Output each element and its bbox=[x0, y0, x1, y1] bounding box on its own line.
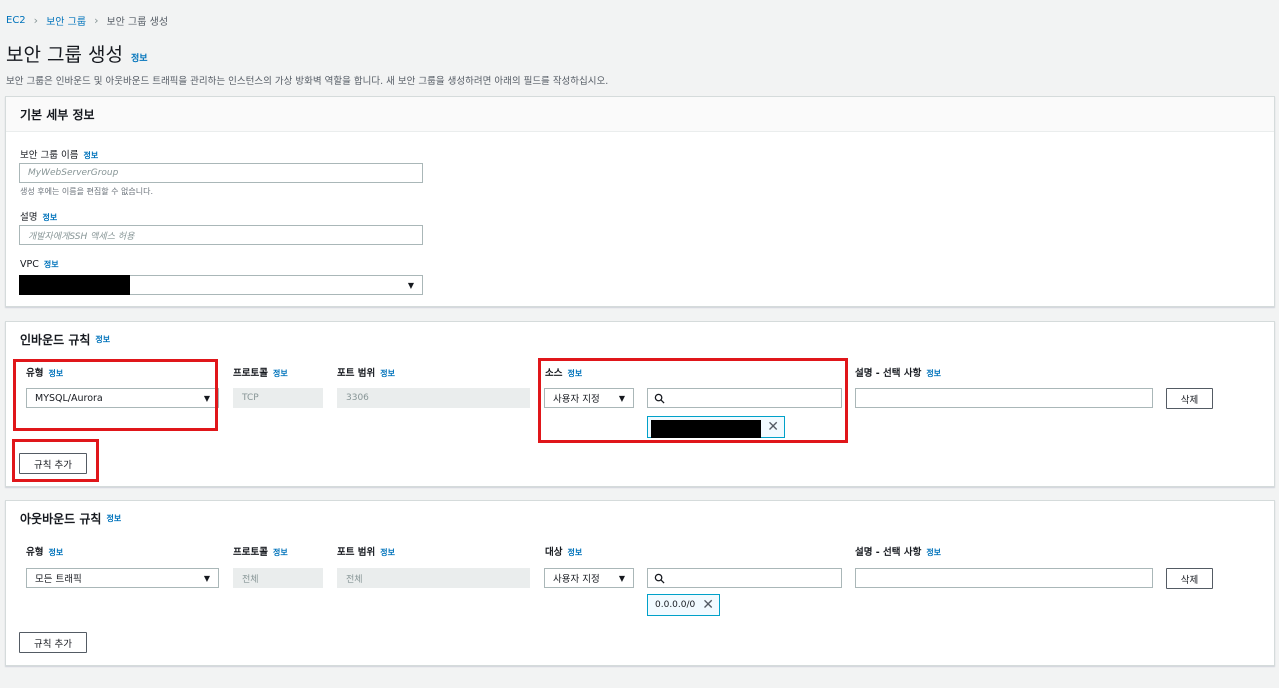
breadcrumb: EC2 › 보안 그룹 › 보안 그룹 생성 bbox=[6, 13, 168, 28]
name-label: 보안 그룹 이름 bbox=[20, 150, 79, 161]
security-group-name-input[interactable]: MyWebServerGroup bbox=[19, 163, 423, 183]
inbound-description-input[interactable] bbox=[855, 388, 1153, 408]
outbound-type-info-link[interactable]: 정보 bbox=[48, 547, 63, 558]
inbound-port-field: 3306 bbox=[337, 388, 530, 408]
outbound-cidr-token: 0.0.0.0/0 ✕ bbox=[647, 594, 720, 616]
breadcrumb-current: 보안 그룹 생성 bbox=[106, 17, 169, 28]
basic-details-panel: 기본 세부 정보 보안 그룹 이름 정보 MyWebServerGroup 생성… bbox=[5, 96, 1275, 307]
basic-details-heading: 기본 세부 정보 bbox=[6, 97, 1274, 132]
outbound-cidr-value: 0.0.0.0/0 bbox=[655, 600, 696, 610]
breadcrumb-security-groups[interactable]: 보안 그룹 bbox=[46, 13, 86, 28]
desc-placeholder: 개발자에게SSH 액세스 허용 bbox=[28, 231, 135, 242]
outbound-protocol-info-link[interactable]: 정보 bbox=[273, 547, 288, 558]
inbound-port-value: 3306 bbox=[346, 393, 369, 403]
vpc-label: VPC bbox=[20, 259, 39, 270]
inbound-col-desc: 설명 - 선택 사항 정보 bbox=[855, 365, 941, 379]
desc-label: 설명 bbox=[20, 212, 38, 223]
page-subtitle: 보안 그룹은 인바운드 및 아웃바운드 트래픽을 관리하는 인스턴스의 가상 방… bbox=[6, 76, 609, 87]
desc-label-row: 설명 정보 bbox=[20, 209, 57, 223]
desc-info-link[interactable]: 정보 bbox=[42, 212, 57, 223]
outbound-type-value: 모든 트래픽 bbox=[35, 574, 82, 585]
name-placeholder: MyWebServerGroup bbox=[28, 168, 119, 178]
highlight-type-column bbox=[13, 359, 218, 431]
outbound-info-link[interactable]: 정보 bbox=[106, 513, 121, 524]
outbound-col-protocol: 프로토콜 정보 bbox=[233, 544, 288, 558]
outbound-dest-search-input[interactable] bbox=[647, 568, 842, 588]
breadcrumb-ec2[interactable]: EC2 bbox=[6, 15, 26, 26]
caret-down-icon: ▼ bbox=[618, 573, 625, 583]
description-input[interactable]: 개발자에게SSH 액세스 허용 bbox=[19, 225, 423, 245]
page-title: 보안 그룹 생성 bbox=[6, 44, 123, 66]
outbound-heading: 아웃바운드 규칙 bbox=[20, 512, 102, 526]
name-label-row: 보안 그룹 이름 정보 bbox=[20, 147, 98, 161]
outbound-col-protocol-label: 프로토콜 bbox=[233, 547, 268, 558]
vpc-redacted-value bbox=[19, 275, 130, 295]
inbound-col-port: 포트 범위 정보 bbox=[337, 365, 395, 379]
outbound-type-select[interactable]: 모든 트래픽 ▼ bbox=[26, 568, 219, 588]
search-icon bbox=[654, 573, 665, 584]
inbound-heading: 인바운드 규칙 bbox=[20, 333, 91, 347]
outbound-description-input[interactable] bbox=[855, 568, 1153, 588]
outbound-port-value: 전체 bbox=[346, 574, 363, 585]
vpc-info-link[interactable]: 정보 bbox=[44, 259, 59, 270]
page: EC2 › 보안 그룹 › 보안 그룹 생성 보안 그룹 생성 정보 보안 그룹… bbox=[0, 0, 1279, 688]
inbound-protocol-value: TCP bbox=[242, 393, 259, 403]
outbound-col-dest-label: 대상 bbox=[545, 547, 563, 558]
inbound-col-protocol-label: 프로토콜 bbox=[233, 368, 268, 379]
vpc-label-row: VPC 정보 bbox=[20, 259, 59, 270]
outbound-col-dest: 대상 정보 bbox=[545, 544, 582, 558]
page-info-link[interactable]: 정보 bbox=[131, 51, 148, 64]
inbound-port-info-link[interactable]: 정보 bbox=[380, 368, 395, 379]
caret-down-icon: ▼ bbox=[407, 280, 414, 290]
outbound-port-info-link[interactable]: 정보 bbox=[380, 547, 395, 558]
inbound-desc-info-link[interactable]: 정보 bbox=[926, 368, 941, 379]
outbound-col-type: 유형 정보 bbox=[26, 544, 63, 558]
outbound-delete-button[interactable]: 삭제 bbox=[1166, 568, 1213, 589]
close-icon[interactable]: ✕ bbox=[702, 597, 714, 613]
inbound-delete-button[interactable]: 삭제 bbox=[1166, 388, 1213, 409]
inbound-protocol-field: TCP bbox=[233, 388, 323, 408]
inbound-protocol-info-link[interactable]: 정보 bbox=[273, 368, 288, 379]
outbound-col-type-label: 유형 bbox=[26, 547, 44, 558]
outbound-heading-row: 아웃바운드 규칙 정보 bbox=[6, 501, 1274, 536]
outbound-rules-panel: 아웃바운드 규칙 정보 유형 정보 프로토콜 정보 포트 범위 정보 대상 정보… bbox=[5, 500, 1275, 666]
outbound-dest-info-link[interactable]: 정보 bbox=[567, 547, 582, 558]
outbound-col-port: 포트 범위 정보 bbox=[337, 544, 395, 558]
outbound-protocol-field: 전체 bbox=[233, 568, 323, 588]
inbound-info-link[interactable]: 정보 bbox=[95, 334, 110, 345]
caret-down-icon: ▼ bbox=[203, 573, 210, 583]
chevron-right-icon: › bbox=[94, 14, 99, 27]
outbound-protocol-value: 전체 bbox=[242, 574, 259, 585]
page-title-row: 보안 그룹 생성 정보 bbox=[6, 40, 148, 67]
outbound-col-desc: 설명 - 선택 사항 정보 bbox=[855, 544, 941, 558]
highlight-add-rule bbox=[12, 439, 99, 482]
highlight-source-column bbox=[538, 358, 848, 443]
outbound-add-rule-button[interactable]: 규칙 추가 bbox=[19, 632, 87, 653]
outbound-dest-mode-value: 사용자 지정 bbox=[553, 574, 600, 585]
chevron-right-icon: › bbox=[33, 14, 39, 27]
outbound-col-port-label: 포트 범위 bbox=[337, 547, 376, 558]
name-hint: 생성 후에는 이름을 편집할 수 없습니다. bbox=[20, 187, 154, 196]
inbound-col-desc-label: 설명 - 선택 사항 bbox=[855, 368, 922, 379]
outbound-port-field: 전체 bbox=[337, 568, 530, 588]
inbound-heading-row: 인바운드 규칙 정보 bbox=[6, 322, 1274, 357]
inbound-col-port-label: 포트 범위 bbox=[337, 368, 376, 379]
outbound-desc-info-link[interactable]: 정보 bbox=[926, 547, 941, 558]
outbound-col-desc-label: 설명 - 선택 사항 bbox=[855, 547, 922, 558]
outbound-dest-mode-select[interactable]: 사용자 지정 ▼ bbox=[544, 568, 634, 588]
inbound-col-protocol: 프로토콜 정보 bbox=[233, 365, 288, 379]
name-info-link[interactable]: 정보 bbox=[83, 150, 98, 161]
